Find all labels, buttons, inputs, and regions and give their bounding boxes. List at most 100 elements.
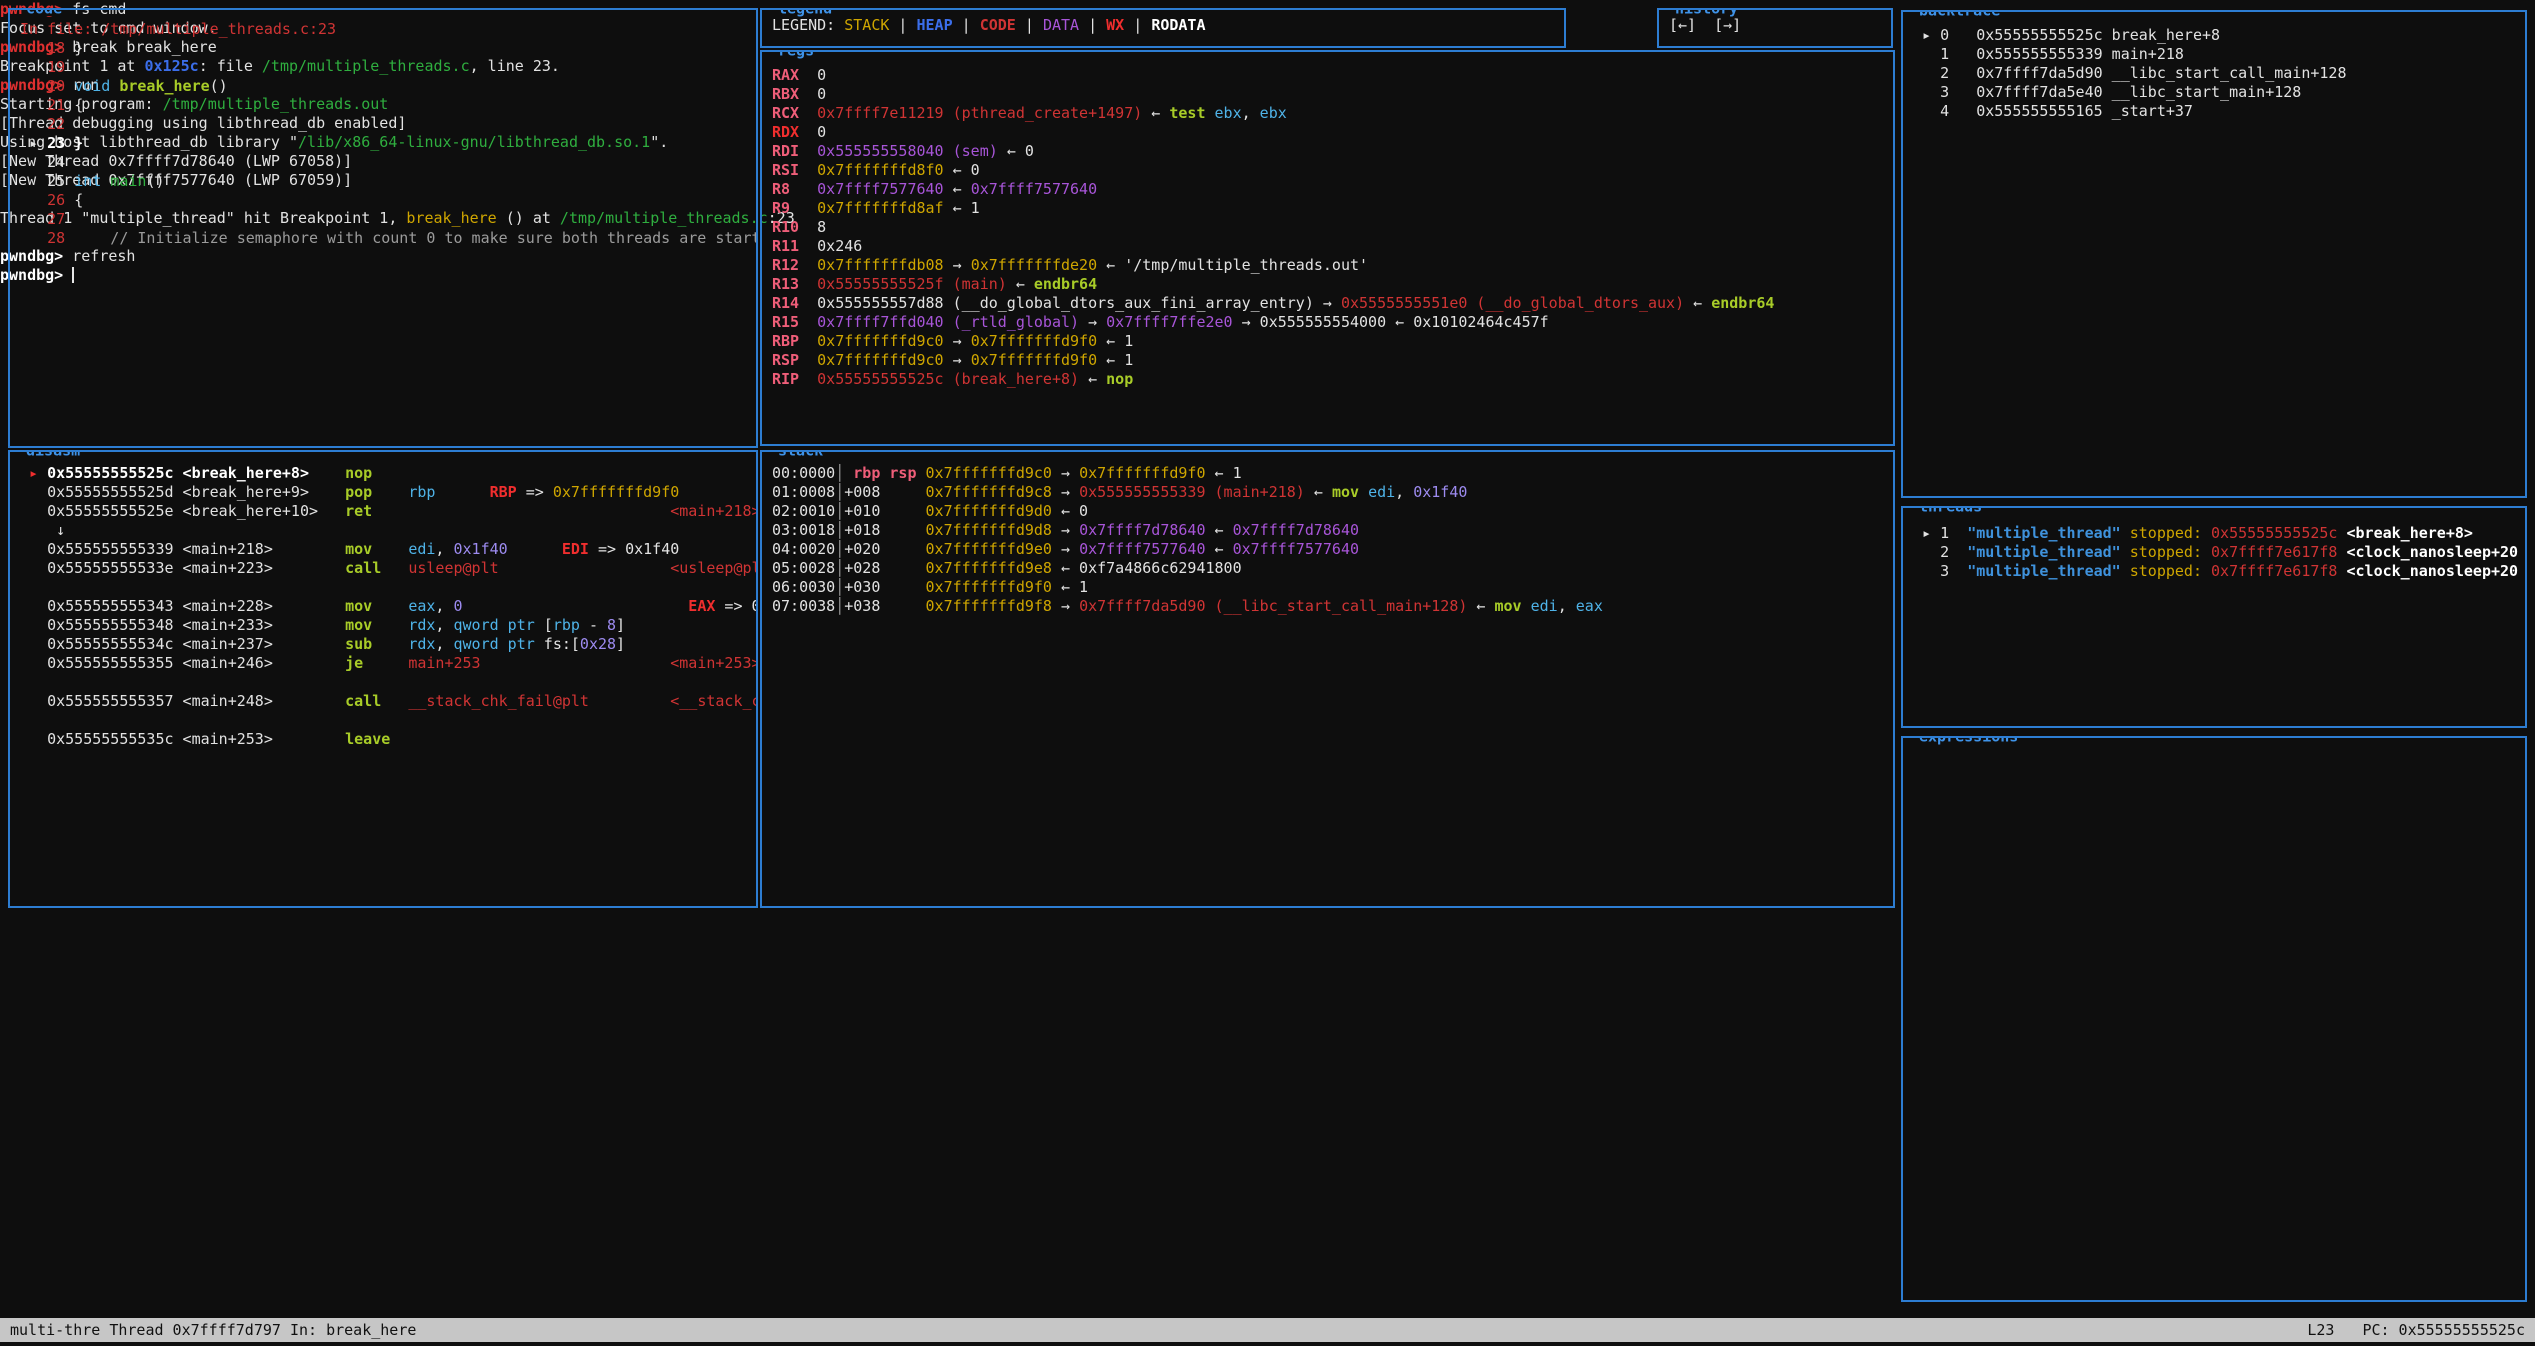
text-segment: 0x55555555534c <main+237>	[47, 635, 345, 653]
text-segment: RBP	[490, 483, 517, 501]
text-segment: eax	[408, 597, 435, 615]
text-segment: qword ptr	[453, 616, 543, 634]
text-line	[20, 673, 756, 692]
text-segment: ←	[1693, 294, 1711, 312]
text-segment: 0x7fffffffd8f0	[799, 161, 953, 179]
text-segment: void	[74, 77, 110, 95]
text-segment: 0x555555557d88 (__do_global_dtors_aux_fi…	[799, 294, 1341, 312]
status-bar: multi-thre Thread 0x7ffff7d797 In: break…	[0, 1318, 2535, 1342]
text-segment: 28	[20, 229, 74, 247]
text-segment: "multiple_thread"	[1967, 524, 2121, 542]
text-line: RBP 0x7fffffffd9c0 → 0x7fffffffd9f0 ← 1	[772, 332, 1893, 351]
text-segment: 0x55555555525d <break_here+9>	[47, 483, 345, 501]
text-segment: main+253	[408, 654, 480, 672]
text-segment: RODATA	[1151, 16, 1205, 34]
text-segment	[463, 597, 689, 615]
text-segment: EAX	[688, 597, 715, 615]
text-line: R13 0x55555555525f (main) ← endbr64	[772, 275, 1893, 294]
text-line: R10 8	[772, 218, 1893, 237]
text-segment: ebx	[1260, 104, 1287, 122]
text-segment: 0x7ffff7d78640	[1233, 521, 1359, 539]
text-segment: 0x555555555343 <main+228>	[47, 597, 345, 615]
text-segment: ↓	[20, 521, 65, 539]
text-segment: →	[1061, 521, 1079, 539]
text-segment: 0x55555555533e <main+223>	[47, 559, 345, 577]
text-segment: rdx	[408, 635, 435, 653]
text-line: 0x555555555357 <main+248> call __stack_c…	[20, 692, 756, 711]
text-segment: 18	[20, 39, 74, 57]
text-segment: stopped:	[2121, 524, 2211, 542]
text-line: 3 "multiple_thread" stopped: 0x7ffff7e61…	[1913, 562, 2525, 581]
text-segment: →	[1061, 483, 1079, 501]
text-line: 19	[20, 58, 756, 77]
text-segment: ▸ 0	[1913, 26, 1976, 44]
text-segment: 0x555555555357 <main+248>	[47, 692, 345, 710]
text-segment	[20, 597, 47, 615]
text-segment: 0x7ffff7577640	[971, 180, 1097, 198]
expressions-panel-title: expressions	[1915, 736, 2022, 744]
text-segment: stopped:	[2121, 562, 2211, 580]
text-segment: 0x7fffffffd9f0	[553, 483, 679, 501]
text-segment: int	[74, 172, 101, 190]
text-segment: "multiple_thread"	[1967, 543, 2121, 561]
text-segment: +020	[844, 540, 925, 558]
text-segment: 8	[799, 218, 826, 236]
text-segment: →	[1061, 597, 1079, 615]
text-segment: WX	[1106, 16, 1124, 34]
text-segment: |	[1124, 16, 1151, 34]
text-segment: 2	[1913, 543, 1967, 561]
text-segment: 0x55555555525c	[2211, 524, 2337, 542]
text-segment	[589, 692, 670, 710]
text-segment: 0x1f40	[1413, 483, 1467, 501]
history-panel: history [←][→]	[1657, 8, 1893, 48]
text-line: 4 0x555555555165 _start+37	[1913, 102, 2525, 121]
text-segment	[20, 730, 47, 748]
text-segment: 0	[453, 597, 462, 615]
legend-panel-title: legend	[774, 8, 836, 16]
text-line: ▸ 23 }	[20, 134, 756, 153]
text-line: 00:0000│ rbp rsp 0x7fffffffd9c0 → 0x7fff…	[772, 464, 1893, 483]
text-segment: RCX	[772, 104, 799, 122]
text-segment: →	[953, 256, 971, 274]
text-segment: ,	[1242, 104, 1260, 122]
text-segment: 22	[20, 115, 65, 133]
text-segment: 0x7ffff7ffe2e0	[1106, 313, 1241, 331]
text-segment: // Initialize semaphore with count 0 to …	[74, 229, 756, 247]
text-line: 0x555555555343 <main+228> mov eax, 0 EAX…	[20, 597, 756, 616]
text-segment: <clock_nanosleep+20	[2337, 543, 2518, 561]
text-segment: │	[835, 540, 844, 558]
text-segment: ←	[1215, 540, 1233, 558]
history-forward-button[interactable]: [→]	[1714, 16, 1741, 34]
history-back-button[interactable]: [←]	[1669, 16, 1696, 34]
text-line: 20 void break_here()	[20, 77, 756, 96]
text-segment: │	[835, 521, 844, 539]
text-segment: ebx	[1215, 104, 1242, 122]
text-segment: 0x7ffff7d78640	[1079, 521, 1214, 539]
text-segment: 25	[20, 172, 74, 190]
text-segment: fs:[	[544, 635, 580, 653]
text-segment: ←	[1476, 597, 1494, 615]
text-segment: ,	[1395, 483, 1413, 501]
text-segment: 0x555555555339 (main+218)	[1079, 483, 1314, 501]
text-segment: ,	[435, 540, 453, 558]
text-segment: → 0x555555554000 ← 0x10102464c457f	[1242, 313, 1549, 331]
text-segment: │	[835, 578, 844, 596]
text-segment: ←	[1215, 521, 1233, 539]
text-line: 24	[20, 153, 756, 172]
text-segment: RAX	[772, 66, 799, 84]
text-segment: rbp	[553, 616, 580, 634]
text-segment: 3	[1913, 562, 1967, 580]
text-segment: 0x5555555551e0 (__do_global_dtors_aux)	[1341, 294, 1693, 312]
text-line: 06:0030│+030 0x7fffffffd9f0 ← 1	[772, 578, 1893, 597]
text-segment: R9	[772, 199, 790, 217]
text-segment: 0x7ffff7da5d90 (__libc_start_call_main+1…	[1079, 597, 1476, 615]
text-segment: →	[953, 332, 971, 350]
text-segment: mov	[345, 540, 408, 558]
text-segment: ← 1	[1106, 351, 1133, 369]
text-segment: stopped:	[2121, 543, 2211, 561]
text-segment: ]	[616, 616, 625, 634]
text-segment: 0x7fffffffd9e8	[926, 559, 1061, 577]
text-segment	[101, 172, 110, 190]
text-segment	[508, 540, 562, 558]
text-segment: ← 0xf7a4866c62941800	[1061, 559, 1242, 577]
